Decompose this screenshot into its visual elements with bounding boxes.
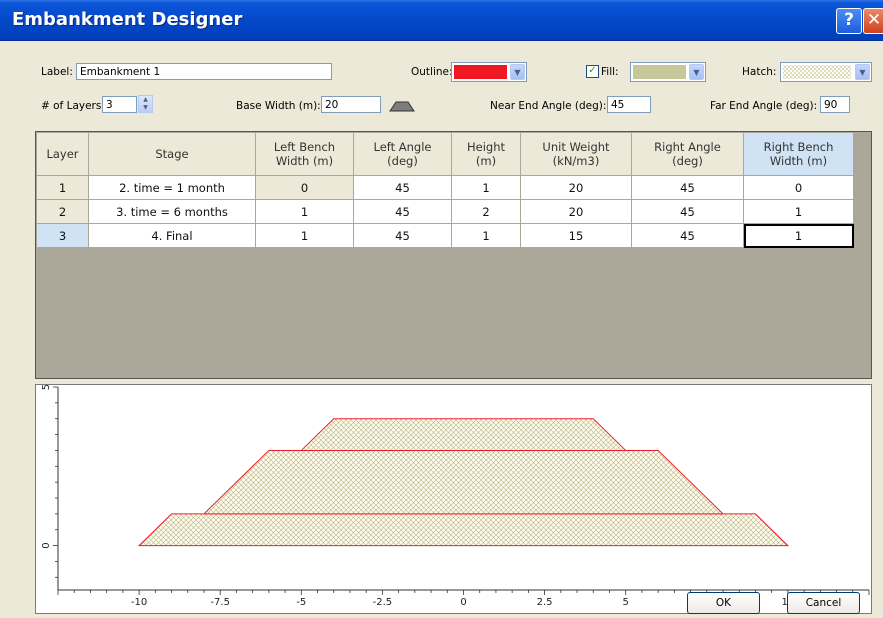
column-header-label: Stage — [155, 147, 189, 161]
embankment-layer-2 — [202, 449, 725, 515]
column-header-label: Left Bench — [273, 140, 336, 154]
hatch-pattern-swatch — [783, 65, 851, 79]
grid-cell[interactable]: 1 — [743, 199, 854, 224]
grid-cell[interactable]: 1 — [255, 199, 354, 224]
fill-color-swatch — [633, 65, 686, 79]
base-width-caption: Base Width (m): — [236, 100, 321, 112]
grid-cell[interactable]: 45 — [631, 199, 744, 224]
x-tick-label: -5 — [296, 597, 306, 608]
embankment-layer-1 — [137, 513, 790, 547]
grid-cell[interactable]: 20 — [520, 199, 632, 224]
base-width-input[interactable]: 20 — [321, 96, 381, 113]
outline-color-swatch — [454, 65, 507, 79]
column-header[interactable]: Layer — [36, 132, 89, 176]
column-header[interactable]: Stage — [88, 132, 256, 176]
window-title: Embankment Designer — [12, 9, 243, 30]
column-header-label: Unit Weight — [542, 140, 610, 154]
dialog-body: Label: Embankment 1 Outline: ▼ ✓ Fill: ▼… — [8, 41, 883, 618]
column-header[interactable]: Right Bench Width (m) — [743, 132, 854, 176]
embankment-preview-chart: -10-7.5-5-2.502.557.51005 — [35, 384, 872, 614]
grid-cell[interactable]: 45 — [353, 175, 452, 200]
embankment-icon — [389, 101, 415, 112]
close-icon[interactable]: ✕ — [863, 8, 883, 34]
outline-color-dropdown[interactable]: ▼ — [451, 62, 527, 82]
column-header-label: (deg) — [387, 154, 418, 168]
far-angle-caption: Far End Angle (deg): — [710, 100, 818, 112]
grid-cell[interactable]: 45 — [353, 223, 452, 248]
layers-input[interactable]: 3 — [102, 96, 137, 113]
column-header-label: Width (m) — [769, 154, 828, 168]
hatch-dropdown[interactable]: ▼ — [780, 62, 872, 82]
table-row[interactable]: 3 4. Final 1 45 1 15 45 1 — [36, 223, 854, 248]
grid-cell[interactable]: 4. Final — [88, 223, 256, 248]
ok-button[interactable]: OK — [687, 592, 760, 614]
y-tick-label: 5 — [41, 385, 52, 390]
cancel-button[interactable]: Cancel — [787, 592, 860, 614]
grid-cell[interactable]: 0 — [743, 175, 854, 200]
grid-cell[interactable]: 1 — [451, 223, 521, 248]
x-tick-label: 2.5 — [537, 597, 553, 608]
grid-cell[interactable]: 45 — [631, 223, 744, 248]
grid-cell[interactable]: 15 — [520, 223, 632, 248]
help-icon[interactable]: ? — [836, 8, 862, 34]
outline-caption: Outline: — [411, 66, 453, 78]
x-tick-label: 0 — [460, 597, 466, 608]
far-angle-input[interactable]: 90 — [820, 96, 850, 113]
chart-canvas: -10-7.5-5-2.502.557.51005 — [41, 384, 870, 608]
table-row[interactable]: 1 2. time = 1 month 0 45 1 20 45 0 — [36, 175, 854, 200]
grid-header-row: Layer Stage Left Bench Width (m) Left Angle(… — [36, 132, 854, 176]
column-header-label: Left Angle — [373, 140, 432, 154]
x-tick-label: -7.5 — [210, 597, 230, 608]
grid-cell[interactable]: 45 — [631, 175, 744, 200]
column-header-label: (deg) — [672, 154, 703, 168]
grid-cell[interactable]: 45 — [353, 199, 452, 224]
near-angle-caption: Near End Angle (deg): — [490, 100, 607, 112]
embankment-layer-3 — [300, 418, 627, 451]
hatch-caption: Hatch: — [742, 66, 777, 78]
title-bar[interactable]: Embankment Designer ? ✕ — [0, 0, 883, 41]
x-tick-label: -2.5 — [373, 597, 393, 608]
label-input[interactable]: Embankment 1 — [76, 63, 332, 80]
layers-caption: # of Layers: — [41, 100, 105, 112]
fill-color-dropdown[interactable]: ▼ — [630, 62, 706, 82]
column-header-label: Layer — [46, 147, 79, 161]
row-header-cell[interactable]: 2 — [36, 199, 89, 224]
grid-cell[interactable]: 1 — [743, 223, 854, 248]
x-tick-label: 5 — [623, 597, 629, 608]
column-header[interactable]: Left Angle (deg) — [353, 132, 452, 176]
row-header-cell[interactable]: 3 — [36, 223, 89, 248]
fill-caption: Fill: — [601, 66, 619, 78]
fill-checkbox[interactable]: ✓ — [586, 65, 599, 78]
column-header-label: (kN/m3) — [552, 154, 600, 168]
x-tick-label: -10 — [131, 597, 147, 608]
label-caption: Label: — [41, 66, 73, 78]
y-tick-label: 0 — [41, 542, 52, 548]
column-header-label: (m) — [475, 154, 497, 168]
grid-cell[interactable]: 2 — [451, 199, 521, 224]
column-header-label: Width (m) — [275, 154, 334, 168]
column-header[interactable]: Right Angle (deg) — [631, 132, 744, 176]
column-header-label: Right Bench — [763, 140, 834, 154]
chevron-down-icon[interactable]: ▼ — [855, 64, 870, 80]
grid-cell[interactable]: 1 — [451, 175, 521, 200]
grid-cell[interactable]: 1 — [255, 223, 354, 248]
layers-grid[interactable]: Layer Stage Left Bench Width (m) Left Angle(… — [35, 131, 872, 379]
column-header[interactable]: Height (m) — [451, 132, 521, 176]
chevron-down-icon[interactable]: ▼ — [510, 64, 525, 80]
grid-cell[interactable]: 3. time = 6 months — [88, 199, 256, 224]
column-header-label: Right Angle — [654, 140, 721, 154]
table-row[interactable]: 2 3. time = 6 months 1 45 2 20 45 1 — [36, 199, 854, 224]
near-angle-input[interactable]: 45 — [607, 96, 651, 113]
chevron-down-icon[interactable]: ▼ — [689, 64, 704, 80]
row-header-cell[interactable]: 1 — [36, 175, 89, 200]
grid-cell[interactable]: 0 — [255, 175, 354, 200]
layers-stepper[interactable]: ▲ ▼ — [138, 95, 153, 113]
grid-cell[interactable]: 2. time = 1 month — [88, 175, 256, 200]
column-header-label: Height — [466, 140, 505, 154]
column-header[interactable]: Left Bench Width (m) — [255, 132, 354, 176]
column-header[interactable]: Unit Weight (kN/m3) — [520, 132, 632, 176]
grid-cell[interactable]: 20 — [520, 175, 632, 200]
